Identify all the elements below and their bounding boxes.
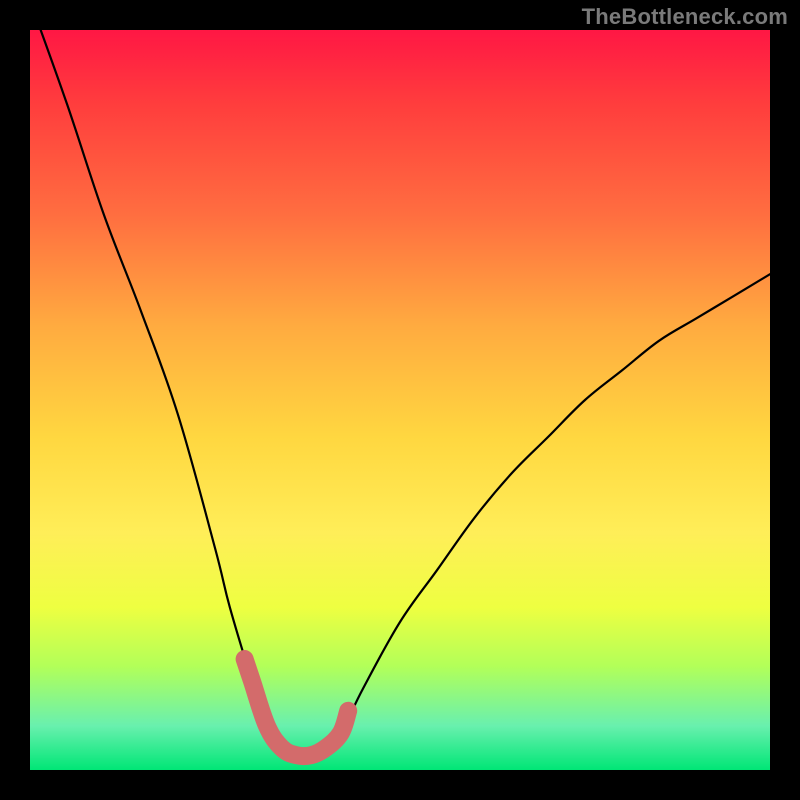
plot-area [30,30,770,770]
curve-svg [30,30,770,770]
watermark-text: TheBottleneck.com [582,4,788,30]
highlight-band-path [245,659,349,756]
bottleneck-curve-path [30,0,770,756]
chart-stage: TheBottleneck.com [0,0,800,800]
